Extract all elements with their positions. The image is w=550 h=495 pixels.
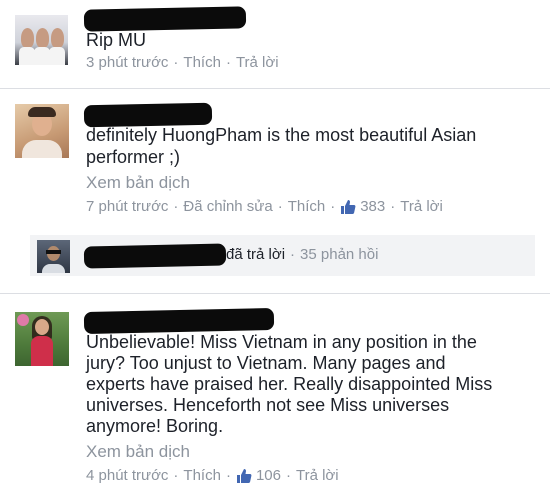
- see-translation-link[interactable]: Xem bản dịch: [86, 173, 190, 193]
- separator-dot: ·: [277, 198, 283, 215]
- see-translation-link[interactable]: Xem bản dịch: [86, 442, 190, 462]
- reply-link[interactable]: Trả lời: [296, 467, 339, 484]
- comment-time[interactable]: 4 phút trước: [86, 467, 168, 484]
- avatar[interactable]: [15, 312, 69, 366]
- comment-text: Rip MU: [86, 30, 147, 50]
- avatar[interactable]: [15, 104, 69, 158]
- divider: [0, 88, 550, 89]
- reply-link[interactable]: Trả lời: [236, 54, 279, 71]
- comment-time[interactable]: 7 phút trước: [86, 198, 168, 215]
- reply-count[interactable]: 35 phản hồi: [300, 246, 378, 263]
- comment-text: experts have praised her. Really disappo…: [86, 374, 493, 394]
- redacted-username: [83, 243, 227, 269]
- edited-label[interactable]: Đã chỉnh sửa: [183, 198, 272, 215]
- comment-text: anymore! Boring.: [86, 416, 224, 436]
- divider: [0, 293, 550, 294]
- redacted-username: [83, 6, 247, 32]
- like-link[interactable]: Thích: [288, 198, 326, 215]
- comment-text: performer ;): [86, 147, 181, 167]
- separator-dot: ·: [225, 467, 231, 484]
- reply-summary[interactable]: đã trả lời · 35 phản hồi: [226, 246, 378, 263]
- thumbs-up-icon: [236, 468, 252, 484]
- like-count[interactable]: 383: [360, 198, 385, 215]
- separator-dot: ·: [173, 198, 179, 215]
- comment-meta: 3 phút trước · Thích · Trả lời: [86, 54, 279, 71]
- redacted-username: [83, 308, 275, 334]
- like-count[interactable]: 106: [256, 467, 281, 484]
- comment-text: Unbelievable! Miss Vietnam in any positi…: [86, 332, 477, 352]
- separator-dot: ·: [173, 467, 179, 484]
- separator-dot: ·: [390, 198, 396, 215]
- reply-avatar[interactable]: [37, 240, 70, 273]
- comment-meta: 7 phút trước · Đã chỉnh sửa · Thích · 38…: [86, 198, 443, 215]
- redacted-username: [83, 102, 213, 128]
- separator-dot: ·: [173, 54, 179, 71]
- comment-text: definitely HuongPham is the most beautif…: [86, 125, 477, 145]
- comment-text: jury? Too unjust to Vietnam. Many pages …: [86, 353, 446, 373]
- comment-meta: 4 phút trước · Thích · 106 · Trả lời: [86, 467, 339, 484]
- like-link[interactable]: Thích: [183, 467, 221, 484]
- avatar[interactable]: [15, 15, 68, 65]
- like-link[interactable]: Thích: [183, 54, 221, 71]
- separator-dot: ·: [225, 54, 231, 71]
- separator-dot: ·: [290, 246, 296, 263]
- separator-dot: ·: [330, 198, 336, 215]
- comment-text: universes. Henceforth not see Miss unive…: [86, 395, 450, 415]
- comment-time[interactable]: 3 phút trước: [86, 54, 168, 71]
- reply-action: đã trả lời: [226, 246, 286, 263]
- thumbs-up-icon: [340, 199, 356, 215]
- reply-link[interactable]: Trả lời: [400, 198, 443, 215]
- separator-dot: ·: [285, 467, 291, 484]
